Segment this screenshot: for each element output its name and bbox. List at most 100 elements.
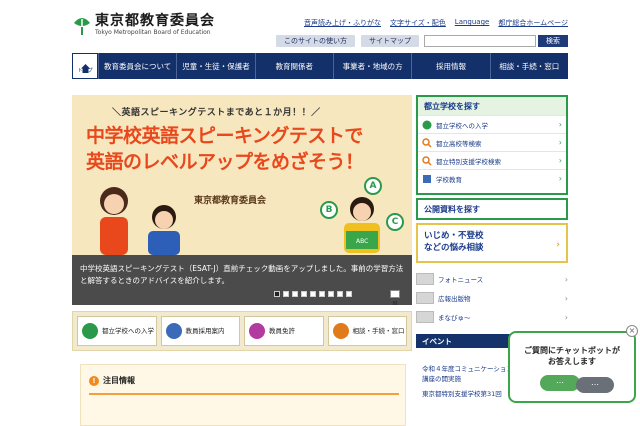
manabyu-thumbnail (416, 311, 434, 323)
quick-link-label: 相談・手続・窓口 (352, 327, 405, 335)
carousel-dot[interactable] (328, 291, 334, 297)
nav-item-about[interactable]: 教育委員会について (98, 53, 176, 79)
search-button[interactable]: 検索 (538, 35, 568, 47)
event-link[interactable]: 講座の開実施 (422, 373, 461, 383)
search-icon (422, 137, 432, 148)
event-link[interactable]: 令和４年度コミュニケーション (422, 363, 513, 373)
helper-links: このサイトの使い方 サイトマップ (276, 35, 419, 47)
chevron-right-icon: › (558, 156, 562, 165)
site-header: 東京都教育委員会 Tokyo Metropolitan Board of Edu… (0, 0, 640, 52)
carousel-dot[interactable] (283, 291, 289, 297)
sidebar-item-admission[interactable]: 都立学校への入学 › (418, 115, 566, 133)
letter-b-bubble: B (320, 201, 338, 219)
logo-english: Tokyo Metropolitan Board of Education (95, 29, 211, 36)
search-icon (422, 155, 432, 166)
sidebar-item-label: 学校教育 (436, 175, 462, 184)
sitemap-button[interactable]: サイトマップ (361, 35, 419, 47)
quick-link-label: 教員採用案内 (185, 327, 225, 335)
event-link[interactable]: 東京都特別支援学校第31回 (422, 388, 502, 398)
site-logo[interactable]: 東京都教育委員会 Tokyo Metropolitan Board of Edu… (72, 14, 215, 37)
nav-item-business[interactable]: 事業者・地域の方 (332, 53, 411, 79)
hero-carousel[interactable]: ＼英語スピーキングテストまであと１か月！！／ 中学校英語スピーキングテストで 英… (72, 95, 412, 305)
license-icon (249, 323, 265, 339)
carousel-dot[interactable] (319, 291, 325, 297)
document-icon (332, 323, 349, 339)
close-icon[interactable]: × (626, 325, 638, 337)
logo-japanese: 東京都教育委員会 (95, 13, 215, 29)
letter-a-bubble: A (364, 177, 382, 195)
chevron-right-icon: › (558, 174, 562, 183)
nav-item-consultation[interactable]: 相談・手続・窓口 (489, 53, 568, 79)
exclamation-icon: ! (89, 375, 99, 386)
carousel-dot[interactable] (337, 291, 343, 297)
featured-info-title: 注目情報 (103, 376, 135, 385)
chevron-right-icon: › (556, 240, 560, 250)
chevron-right-icon: › (564, 293, 568, 303)
nav-item-recruitment[interactable]: 採用情報 (411, 53, 489, 79)
media-link-manabyu[interactable]: まなびゅ〜 › (416, 309, 568, 325)
featured-info-section: ! 注目情報 (80, 364, 406, 426)
bullying-title-1: いじめ・不登校 (424, 231, 484, 241)
school-icon (82, 323, 98, 339)
chatbot-line-1: ご質問にチャットボットが (524, 346, 620, 355)
hero-org: 東京都教育委員会 (194, 196, 267, 206)
carousel-dot[interactable] (301, 291, 307, 297)
quick-link-teacher-recruit[interactable]: 教員採用案内 (160, 316, 240, 346)
sidebar-item-hs-search[interactable]: 都立高校等検索 › (418, 133, 566, 151)
global-nav: トップ 教育委員会について 児童・生徒・保護者 教育関係者 事業者・地域の方 採… (72, 53, 568, 79)
util-link-voice[interactable]: 音声読み上げ・ふりがな (304, 18, 381, 28)
chevron-right-icon: › (564, 274, 568, 284)
publications-thumbnail (416, 292, 434, 304)
home-icon (80, 58, 90, 73)
media-link-publications[interactable]: 広報出版物 › (416, 290, 568, 306)
util-link-language[interactable]: Language (455, 18, 490, 28)
quick-link-label: 教員免許 (269, 327, 295, 335)
chatbot-line-2: お答えします (548, 357, 596, 366)
book-label: ABC (356, 238, 368, 245)
book-icon (422, 174, 432, 184)
carousel-dot[interactable] (346, 291, 352, 297)
nav-home[interactable]: トップ (72, 53, 98, 79)
photo-news-thumbnail (416, 273, 434, 285)
quick-link-consultation[interactable]: 相談・手続・窓口 (327, 316, 407, 346)
bullying-consultation-link[interactable]: いじめ・不登校 などの悩み相談 › (416, 223, 568, 263)
quick-link-admission[interactable]: 都立学校への入学 (77, 316, 157, 346)
public-docs-link[interactable]: 公開資料を探す (416, 198, 568, 220)
media-link-label: まなびゅ〜 (438, 314, 471, 322)
quick-links: 都立学校への入学 教員採用案内 教員免許 相談・手続・窓口 (72, 311, 412, 351)
reading-boy-illustration: ABC (334, 195, 390, 259)
nav-item-educators[interactable]: 教育関係者 (254, 53, 333, 79)
school-search-title: 都立学校を探す (418, 97, 566, 115)
sidebar-item-special-search[interactable]: 都立特別支援学校検索 › (418, 151, 566, 169)
chat-bubble-icon: … (576, 377, 614, 393)
media-link-label: フォトニュース (438, 276, 484, 284)
hero-headline-1: 中学校英語スピーキングテストで (86, 125, 363, 147)
letter-c-bubble: C (386, 213, 404, 231)
carousel-dot[interactable] (274, 291, 280, 297)
hero-caption[interactable]: 中学校英語スピーキングテスト（ESAT-J）直前チェック動画をアップしました。事… (72, 255, 412, 305)
divider (89, 393, 399, 395)
hero-image[interactable]: ＼英語スピーキングテストまであと１か月！！／ 中学校英語スピーキングテストで 英… (72, 95, 412, 255)
sidebar-item-school-education[interactable]: 学校教育 › (418, 169, 566, 187)
school-icon (422, 120, 432, 130)
carousel-dot[interactable] (292, 291, 298, 297)
hero-headline-2: 英語のレベルアップをめざそう！ (86, 151, 364, 173)
quick-link-license[interactable]: 教員免許 (244, 316, 324, 346)
chat-bubble-icon: … (540, 375, 580, 391)
util-link-font-size[interactable]: 文字サイズ・配色 (390, 18, 446, 28)
media-link-label: 広報出版物 (438, 295, 471, 303)
nav-item-students[interactable]: 児童・生徒・保護者 (176, 53, 254, 79)
carousel-dot[interactable] (310, 291, 316, 297)
bullying-title-2: などの悩み相談 (424, 243, 484, 253)
sidebar-item-label: 都立高校等検索 (436, 139, 482, 148)
chatbot-widget[interactable]: ご質問にチャットボットが お答えします … … (508, 331, 636, 403)
media-link-photo-news[interactable]: フォトニュース › (416, 271, 568, 287)
sidebar-item-label: 都立学校への入学 (436, 121, 488, 130)
util-link-tocho[interactable]: 都庁総合ホームページ (498, 18, 568, 28)
utility-links: 音声読み上げ・ふりがな 文字サイズ・配色 Language 都庁総合ホームページ (304, 18, 568, 28)
hero-subtitle: ＼英語スピーキングテストまであと１か月！！／ (112, 108, 321, 118)
how-to-use-button[interactable]: このサイトの使い方 (276, 35, 355, 47)
pause-icon (393, 301, 397, 305)
carousel-pause-button[interactable] (390, 290, 400, 305)
search-input[interactable] (424, 35, 536, 47)
